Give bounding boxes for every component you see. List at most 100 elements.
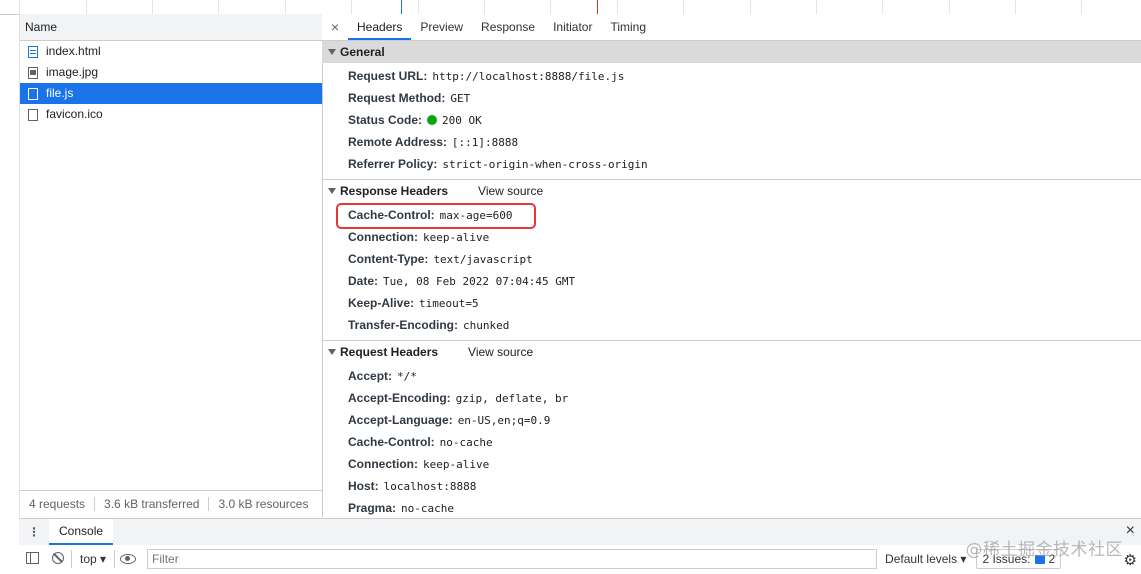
log-levels-dropdown[interactable]: Default levels ▾ <box>885 552 966 566</box>
header-row-pragma: Pragma: no-cache <box>322 497 1141 517</box>
header-row-status-code: Status Code: 200 OK <box>322 109 1141 131</box>
section-title: Response Headers <box>340 184 449 198</box>
request-name: index.html <box>46 44 101 58</box>
collapse-triangle-icon <box>328 188 336 194</box>
request-detail-panel: × Headers Preview Response Initiator Tim… <box>322 14 1141 517</box>
tab-preview[interactable]: Preview <box>411 14 472 40</box>
header-key: Connection: <box>348 457 418 471</box>
header-key: Pragma: <box>348 501 397 515</box>
tab-initiator[interactable]: Initiator <box>544 14 601 40</box>
script-icon <box>28 87 38 100</box>
header-value: localhost:8888 <box>383 480 477 493</box>
header-row-host: Host: localhost:8888 <box>322 475 1141 497</box>
header-value: chunked <box>463 319 510 332</box>
header-value: no-cache <box>439 436 493 449</box>
network-summary-bar: 4 requests 3.6 kB transferred 3.0 kB res… <box>20 490 322 517</box>
view-source-link[interactable]: View source <box>468 341 533 363</box>
header-row-accept-encoding: Accept-Encoding: gzip, deflate, br <box>322 387 1141 409</box>
console-filter-input[interactable] <box>147 549 878 569</box>
request-list: Name index.html image.jpg file.js favico… <box>19 14 323 517</box>
tab-response[interactable]: Response <box>472 14 544 40</box>
header-key: Status Code: <box>348 113 423 127</box>
header-key: Host: <box>348 479 379 493</box>
header-key: Transfer-Encoding: <box>348 318 459 332</box>
header-key: Keep-Alive: <box>348 296 415 310</box>
request-row-favicon-ico[interactable]: favicon.ico <box>20 104 322 125</box>
tab-timing[interactable]: Timing <box>601 14 655 40</box>
section-title: General <box>340 45 385 59</box>
eye-icon <box>120 553 137 564</box>
collapse-triangle-icon <box>328 49 336 55</box>
document-icon <box>28 45 38 58</box>
header-key: Request URL: <box>348 69 428 83</box>
header-value: en-US,en;q=0.9 <box>457 414 551 427</box>
header-key: Content-Type: <box>348 252 429 266</box>
collapse-triangle-icon <box>328 349 336 355</box>
response-headers-section-header[interactable]: Response Headers View source <box>322 179 1141 202</box>
sidebar-toggle-icon <box>25 551 39 564</box>
header-row-connection: Connection: keep-alive <box>322 226 1141 248</box>
timeline-overview[interactable] <box>0 0 1141 15</box>
request-name: favicon.ico <box>46 107 103 121</box>
header-row-cache-control: Cache-Control: no-cache <box>322 431 1141 453</box>
general-section-header[interactable]: General <box>322 41 1141 63</box>
image-icon <box>28 66 38 79</box>
detail-tabs: × Headers Preview Response Initiator Tim… <box>322 14 1141 41</box>
header-row-cache-control: Cache-Control: max-age=600 <box>322 203 1141 229</box>
request-headers-section: Accept: */* Accept-Encoding: gzip, deflate… <box>322 363 1141 517</box>
header-key: Accept: <box>348 369 393 383</box>
request-row-index-html[interactable]: index.html <box>20 41 322 62</box>
header-value: no-cache <box>401 502 455 515</box>
header-row-transfer-encoding: Transfer-Encoding: chunked <box>322 314 1141 336</box>
more-tools-menu-icon[interactable]: ⋮ <box>19 525 49 539</box>
header-row-content-type: Content-Type: text/javascript <box>322 248 1141 270</box>
header-value: http://localhost:8888/file.js <box>432 70 625 83</box>
header-key: Referrer Policy: <box>348 157 438 171</box>
header-value: timeout=5 <box>419 297 479 310</box>
header-row-accept-language: Accept-Language: en-US,en;q=0.9 <box>322 409 1141 431</box>
header-row-referrer-policy: Referrer Policy: strict-origin-when-cross… <box>322 153 1141 175</box>
response-headers-section: Cache-Control: max-age=600 Connection: kee… <box>322 202 1141 340</box>
header-value: GET <box>450 92 471 105</box>
header-key: Accept-Language: <box>348 413 453 427</box>
header-value: keep-alive <box>423 458 490 471</box>
clear-console-button[interactable] <box>45 551 71 567</box>
header-key: Cache-Control: <box>348 435 435 449</box>
header-row-request-url: Request URL: http://localhost:8888/file.j… <box>322 65 1141 87</box>
request-row-image-jpg[interactable]: image.jpg <box>20 62 322 83</box>
header-value: text/javascript <box>433 253 533 266</box>
header-value: gzip, deflate, br <box>455 392 569 405</box>
name-column-label: Name <box>25 20 58 34</box>
header-value: strict-origin-when-cross-origin <box>442 158 648 171</box>
transferred-size: 3.6 kB transferred <box>95 497 210 511</box>
header-key: Request Method: <box>348 91 446 105</box>
header-key: Accept-Encoding: <box>348 391 451 405</box>
live-expression-button[interactable] <box>115 552 141 567</box>
close-drawer-icon[interactable]: × <box>1126 522 1135 540</box>
name-column-header[interactable]: Name <box>20 14 322 41</box>
general-section: Request URL: http://localhost:8888/file.j… <box>322 63 1141 179</box>
resources-size: 3.0 kB resources <box>218 497 309 511</box>
close-detail-icon[interactable]: × <box>322 14 348 40</box>
tab-console[interactable]: Console <box>49 519 114 545</box>
section-title: Request Headers <box>340 345 439 359</box>
file-icon <box>28 108 38 121</box>
header-value: keep-alive <box>423 231 490 244</box>
watermark: @稀土掘金技术社区 <box>965 540 1123 560</box>
header-value: */* <box>397 370 417 383</box>
header-row-remote-address: Remote Address: [::1]:8888 <box>322 131 1141 153</box>
view-source-link[interactable]: View source <box>478 180 543 202</box>
header-row-connection: Connection: keep-alive <box>322 453 1141 475</box>
request-headers-section-header[interactable]: Request Headers View source <box>322 340 1141 363</box>
header-value: [::1]:8888 <box>451 136 519 149</box>
tab-headers[interactable]: Headers <box>348 14 412 40</box>
show-sidebar-button[interactable] <box>19 551 45 567</box>
header-value: 200 OK <box>442 114 482 127</box>
js-context-select[interactable]: top ▾ <box>71 550 116 568</box>
request-count: 4 requests <box>20 497 96 511</box>
request-row-file-js[interactable]: file.js <box>20 83 322 104</box>
header-row-keep-alive: Keep-Alive: timeout=5 <box>322 292 1141 314</box>
header-key: Connection: <box>348 230 418 244</box>
gear-icon[interactable]: ⚙ <box>1124 551 1137 569</box>
header-row-date: Date: Tue, 08 Feb 2022 07:04:45 GMT <box>322 270 1141 292</box>
